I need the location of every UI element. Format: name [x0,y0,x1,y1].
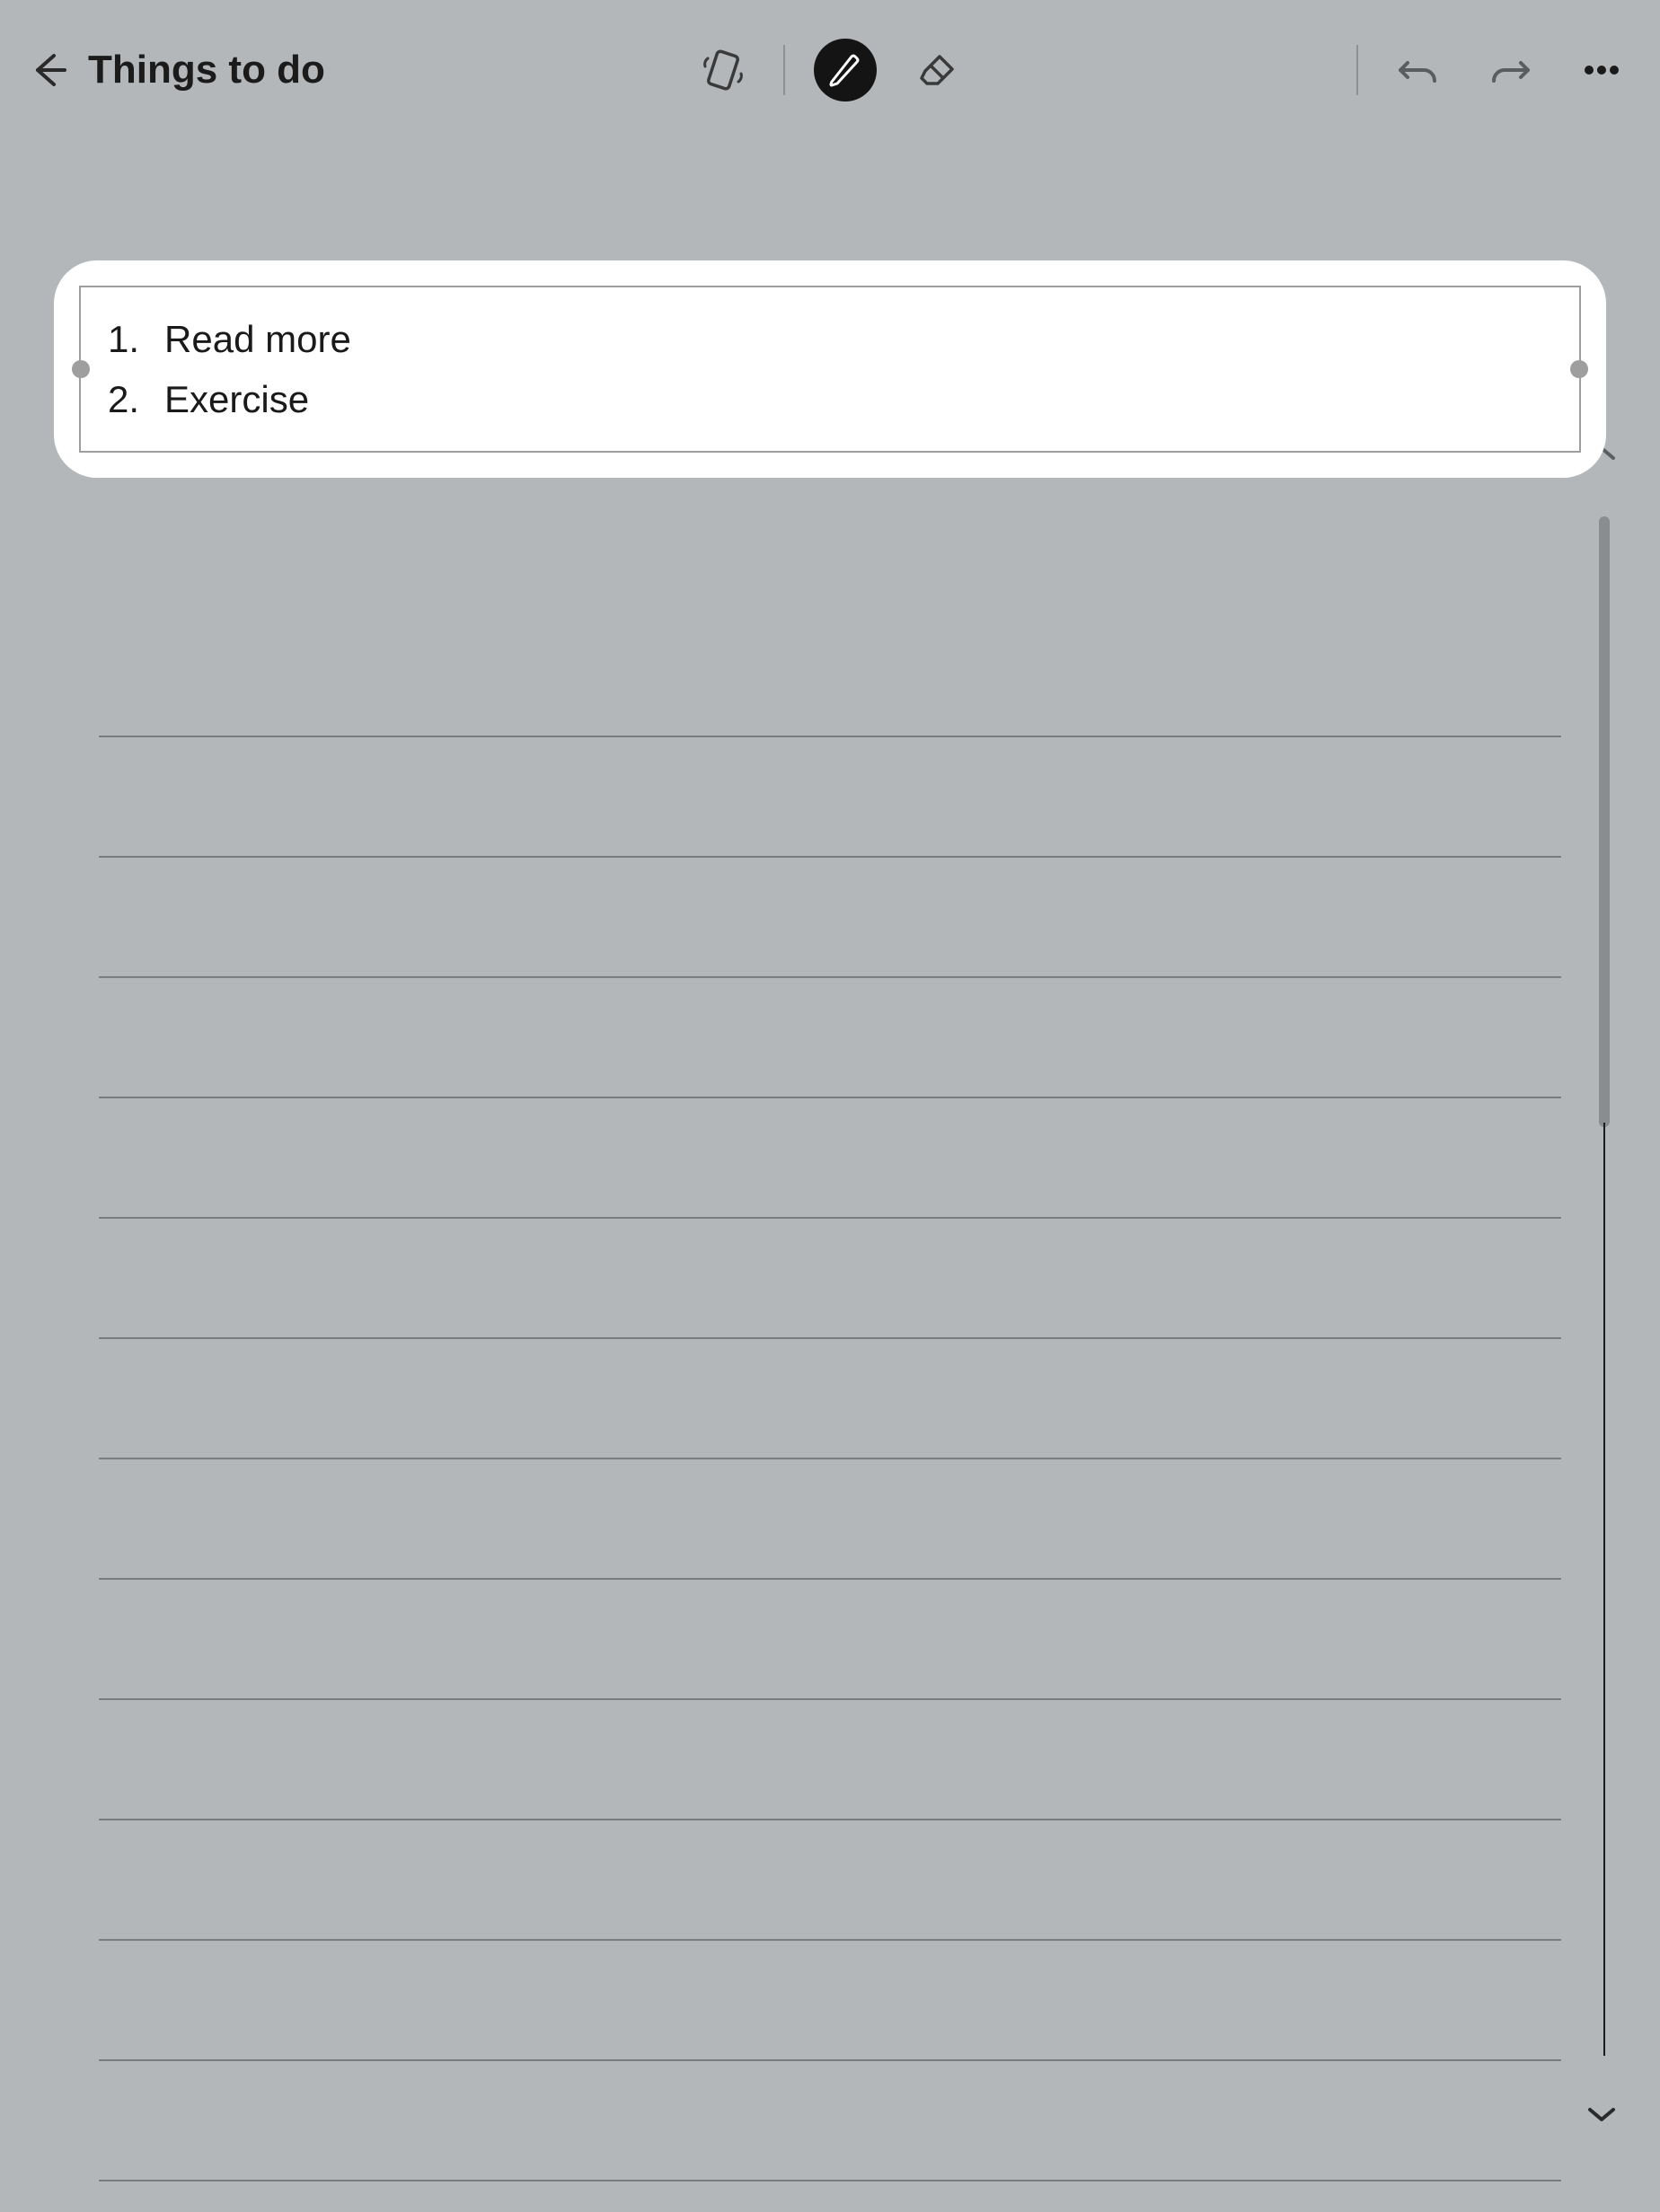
ruled-line [99,1700,1561,1820]
undo-icon [1395,47,1442,93]
toolbar: Things to do [0,0,1660,139]
scrollbar-thumb[interactable] [1599,516,1610,1127]
pen-tool-button[interactable] [814,39,877,101]
toolbar-divider [783,45,785,95]
eraser-icon [913,46,961,94]
text-card[interactable]: 1. Read more 2. Exercise [54,260,1606,478]
ruled-line [99,1580,1561,1700]
page-title: Things to do [88,48,325,93]
list-text: Exercise [164,369,309,429]
ruled-line [99,737,1561,858]
toolbar-center [692,39,968,101]
undo-button[interactable] [1387,39,1450,101]
ruled-line [99,978,1561,1098]
toolbar-right [1356,39,1633,101]
toolbar-divider-right [1356,45,1358,95]
ruled-line [99,1820,1561,1941]
selection-handle-right[interactable] [1570,360,1588,378]
content-area: 1. Read more 2. Exercise [0,260,1660,2181]
ruled-line [99,1459,1561,1580]
back-button[interactable] [27,48,70,92]
rotate-tool-button[interactable] [692,39,755,101]
ruled-line [99,1941,1561,2061]
ruled-line [99,858,1561,978]
redo-icon [1487,47,1533,93]
rotate-icon [699,46,747,94]
text-selection-box[interactable]: 1. Read more 2. Exercise [79,286,1581,453]
ruled-line [99,617,1561,737]
selection-handle-left[interactable] [72,360,90,378]
ruled-line [99,1098,1561,1219]
scrollbar-track[interactable] [1603,1123,1605,2056]
ruled-line [99,1219,1561,1339]
list-item: 1. Read more [108,309,1552,369]
chevron-down-icon [1586,2105,1617,2123]
scroll-down-button[interactable] [1584,2096,1620,2132]
ruled-line [99,2061,1561,2181]
list-number: 2. [108,369,139,429]
list-text: Read more [164,309,351,369]
back-arrow-icon [29,50,68,90]
eraser-tool-button[interactable] [905,39,968,101]
more-menu-button[interactable] [1570,39,1633,101]
pen-icon [825,49,866,91]
ruled-lines-area[interactable] [45,617,1615,2181]
ruled-line [99,1339,1561,1459]
list-number: 1. [108,309,139,369]
more-icon [1578,47,1625,93]
list-item: 2. Exercise [108,369,1552,429]
redo-button[interactable] [1479,39,1541,101]
toolbar-left: Things to do [27,48,325,93]
